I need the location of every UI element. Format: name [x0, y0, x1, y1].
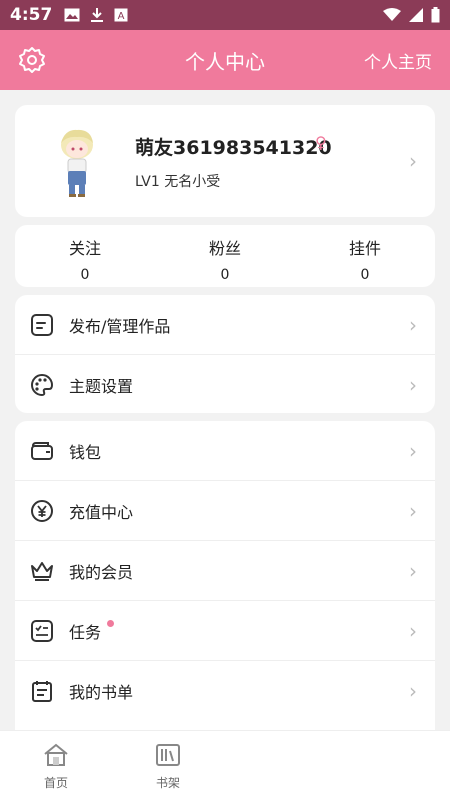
menu-item-label: 钱包: [69, 442, 102, 462]
stat-value: 0: [360, 267, 370, 283]
chevron-right-icon: ›: [409, 499, 417, 523]
menu-item-label: 我的书单: [69, 683, 134, 702]
chevron-right-icon: ›: [409, 373, 417, 397]
menu-item-wallet[interactable]: 钱包 ›: [15, 421, 435, 481]
crown-icon: [31, 561, 53, 581]
yen-icon: [31, 499, 53, 522]
stat-label: 关注: [68, 239, 101, 258]
gender-icon: ♀: [315, 133, 327, 152]
avatar: [61, 129, 93, 197]
menu-item-recharge[interactable]: 充值中心 ›: [15, 481, 435, 541]
download-icon: [91, 8, 104, 22]
status-time: 4:57: [10, 5, 53, 25]
tab-label: 首页: [43, 776, 68, 790]
menu-item-label: 充值中心: [69, 502, 134, 522]
chevron-right-icon: ›: [409, 679, 417, 703]
stat-pendants[interactable]: 挂件 0: [295, 225, 435, 287]
chevron-right-icon: ›: [409, 313, 417, 337]
signal-icon: [409, 8, 423, 22]
chevron-right-icon: ›: [409, 559, 417, 583]
bookshelf-icon: [156, 744, 180, 766]
stat-label: 挂件: [348, 239, 381, 258]
stat-label: 粉丝: [208, 239, 241, 258]
menu-item-label: 任务: [69, 622, 102, 642]
chevron-right-icon: ›: [409, 439, 417, 463]
stat-value: 0: [220, 267, 230, 283]
bottom-tab-bar: 首页 书架: [0, 730, 450, 800]
stat-following[interactable]: 关注 0: [15, 225, 155, 287]
profile-card[interactable]: 萌友361983541320 ♀ LV1 无名小受 ›: [15, 105, 435, 217]
tab-bookshelf[interactable]: 书架: [138, 741, 198, 791]
menu-item-label: 我的会员: [69, 562, 134, 582]
wallet-icon: [31, 441, 53, 460]
menu-item-label: 发布/管理作品: [69, 316, 171, 336]
chevron-right-icon: ›: [409, 619, 417, 643]
svg-text:A: A: [118, 11, 125, 22]
status-bar: 4:57 A: [0, 0, 450, 30]
booklist-icon: [32, 681, 52, 702]
tab-home[interactable]: 首页: [26, 741, 86, 791]
image-icon: [64, 8, 80, 22]
gear-icon[interactable]: [18, 46, 46, 74]
menu-item-tasks[interactable]: 任务 ›: [15, 601, 435, 661]
stat-value: 0: [80, 267, 90, 283]
menu-item-booklist[interactable]: 我的书单 ›: [15, 661, 435, 721]
stats-card: 关注 0 粉丝 0 挂件 0: [15, 225, 435, 287]
tab-label: 书架: [155, 776, 180, 790]
menu-item-label: 主题设置: [69, 377, 134, 396]
menu-group-account: 钱包 › 充值中心 › 我的会员 › 任务 › 我的书单 ›: [15, 421, 435, 741]
menu-item-theme[interactable]: 主题设置 ›: [15, 355, 435, 415]
home-icon: [44, 743, 68, 766]
edit-doc-icon: [31, 313, 53, 336]
battery-icon: [431, 7, 440, 23]
stat-fans[interactable]: 粉丝 0: [155, 225, 295, 287]
menu-item-publish[interactable]: 发布/管理作品 ›: [15, 295, 435, 355]
task-icon: [31, 619, 53, 642]
palette-icon: [31, 373, 54, 397]
user-level: LV1 无名小受: [135, 174, 221, 190]
homepage-link[interactable]: 个人主页: [364, 48, 432, 73]
wifi-icon: [383, 8, 401, 21]
notification-dot: [107, 620, 115, 627]
menu-item-membership[interactable]: 我的会员 ›: [15, 541, 435, 601]
menu-group-works: 发布/管理作品 › 主题设置 ›: [15, 295, 435, 413]
user-nickname: 萌友361983541320: [135, 137, 332, 159]
chevron-right-icon: ›: [409, 149, 417, 173]
app-header: 个人中心 个人主页: [0, 30, 450, 90]
a-icon: A: [114, 8, 128, 22]
